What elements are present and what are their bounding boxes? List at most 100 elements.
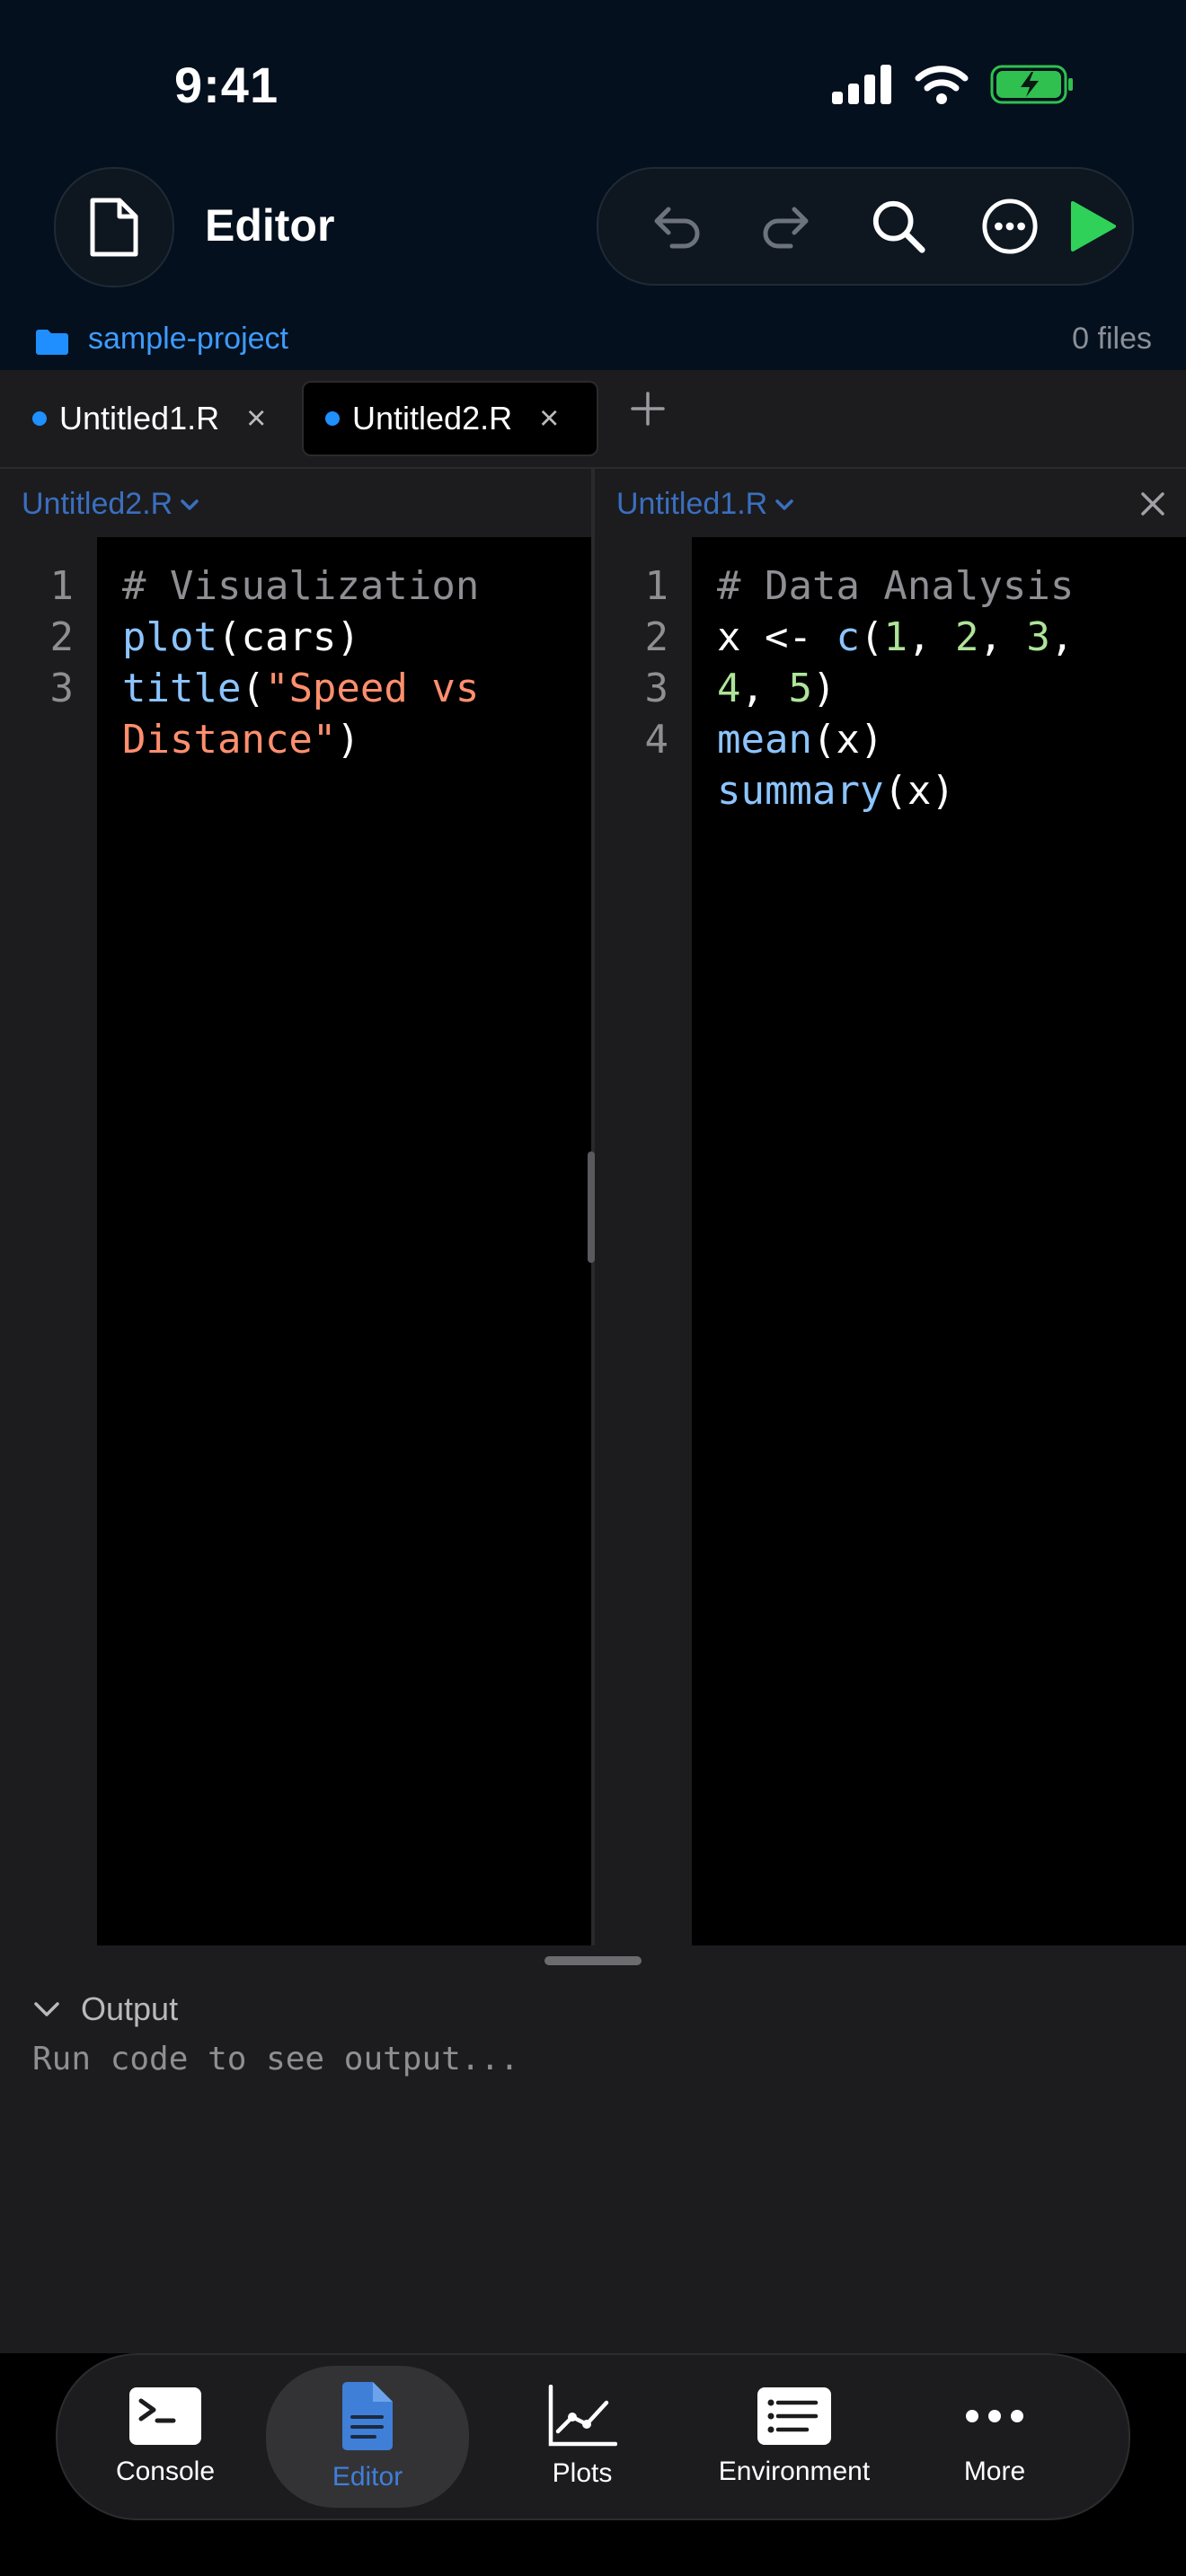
code-line[interactable]: # Data Analysis	[717, 560, 1186, 612]
code-line[interactable]: # Visualization	[122, 560, 591, 612]
code-token: (x)	[811, 717, 884, 763]
code-token: # Visualization	[122, 563, 480, 609]
line-number: 3	[49, 666, 75, 711]
tab-bar: Untitled1.R × Untitled2.R ×	[0, 370, 1186, 469]
code-token: )	[811, 666, 836, 711]
line-number: 2	[644, 614, 669, 660]
code-line[interactable]: mean(x)	[717, 714, 1186, 765]
code-token: summary	[717, 768, 884, 814]
split-resize-handle[interactable]	[588, 1151, 595, 1263]
code-token: c	[836, 614, 860, 660]
right-code-editor[interactable]: # Data Analysis x <- c(1, 2, 3, 4, 5) mean(…	[692, 537, 1186, 1945]
code-line[interactable]: Distance")	[122, 714, 591, 765]
nav-label: Environment	[718, 2457, 871, 2486]
code-token: x <-	[717, 614, 836, 660]
left-line-gutter: 1 2 3	[0, 537, 97, 1945]
code-token: 1	[883, 614, 907, 660]
code-line[interactable]: x <- c(1, 2, 3,	[717, 612, 1186, 663]
left-pane-header: Untitled2.R	[0, 469, 591, 537]
code-token: ,	[907, 614, 955, 660]
search-icon	[872, 200, 925, 253]
code-token: 5	[788, 666, 812, 711]
code-token: "Speed vs	[264, 666, 480, 711]
output-resize-handle[interactable]	[544, 1956, 642, 1965]
nav-environment[interactable]: Environment	[695, 2355, 893, 2519]
code-token: (x)	[883, 768, 955, 814]
unsaved-dot-icon	[325, 411, 340, 426]
line-number: 4	[644, 717, 669, 763]
run-button[interactable]	[1064, 198, 1121, 255]
pane-title: Untitled1.R	[616, 487, 768, 521]
redo-button[interactable]	[758, 198, 816, 255]
list-icon	[757, 2387, 831, 2445]
code-token: 4	[717, 666, 741, 711]
close-tab-icon[interactable]: ×	[539, 400, 559, 438]
folder-icon	[36, 330, 68, 355]
chevron-down-icon	[34, 2002, 59, 2016]
ellipsis-circle-icon	[982, 198, 1038, 254]
nav-editor[interactable]: Editor	[266, 2366, 469, 2508]
left-code-editor[interactable]: # Visualization plot(cars) title("Speed vs…	[97, 537, 591, 1945]
code-token: )	[336, 717, 360, 763]
output-label: Output	[81, 1990, 179, 2027]
file-count: 0 files	[1072, 322, 1152, 356]
search-button[interactable]	[870, 198, 927, 255]
chevron-down-icon	[775, 498, 793, 510]
code-token: title	[122, 666, 242, 711]
code-token: ,	[740, 666, 789, 711]
page-title: Editor	[205, 200, 335, 251]
tab-untitled1[interactable]: Untitled1.R ×	[32, 381, 275, 456]
line-number: 1	[644, 563, 669, 609]
code-token: mean	[717, 717, 812, 763]
close-tab-icon[interactable]: ×	[246, 400, 266, 438]
more-options-button[interactable]	[981, 198, 1039, 255]
code-line[interactable]: plot(cars)	[122, 612, 591, 663]
code-token: ,	[978, 614, 1027, 660]
top-header: 9:41 Editor sample-project 0 files	[0, 0, 1186, 370]
code-token: 2	[954, 614, 979, 660]
line-numbers: 1 2 3	[0, 537, 97, 714]
code-token: (	[241, 666, 265, 711]
nav-label: Editor	[332, 2462, 403, 2492]
close-pane-icon[interactable]	[1137, 489, 1168, 519]
right-pane-header: Untitled1.R	[595, 469, 1186, 537]
add-tab-icon[interactable]	[627, 388, 668, 429]
ellipsis-icon	[966, 2410, 1023, 2422]
redo-icon	[763, 207, 809, 249]
code-lines[interactable]: # Visualization plot(cars) title("Speed vs…	[97, 537, 591, 765]
nav-label: Plots	[552, 2458, 613, 2488]
code-line[interactable]: 4, 5)	[717, 663, 1186, 714]
right-pane-file-selector[interactable]: Untitled1.R	[616, 487, 794, 522]
tab-label: Untitled2.R	[352, 400, 513, 437]
code-lines[interactable]: # Data Analysis x <- c(1, 2, 3, 4, 5) mean(…	[692, 537, 1186, 816]
editor-toolbar	[597, 167, 1134, 286]
undo-icon	[654, 207, 700, 249]
code-line[interactable]: summary(x)	[717, 765, 1186, 816]
terminal-icon	[129, 2387, 201, 2445]
nav-label: Console	[115, 2457, 216, 2486]
undo-button[interactable]	[647, 198, 704, 255]
pane-title: Untitled2.R	[22, 487, 173, 521]
bottom-nav: Console Editor Plots Environment More	[56, 2353, 1130, 2520]
document-icon	[90, 198, 138, 257]
nav-more[interactable]: More	[927, 2355, 1062, 2519]
tab-label: Untitled1.R	[59, 400, 220, 437]
code-token: # Data Analysis	[717, 563, 1075, 609]
line-numbers: 1 2 3 4	[595, 537, 692, 765]
nav-console[interactable]: Console	[84, 2355, 246, 2519]
output-toggle[interactable]: Output	[32, 1990, 178, 2028]
document-button[interactable]	[54, 167, 174, 287]
wifi-icon	[915, 66, 969, 104]
tab-untitled2[interactable]: Untitled2.R ×	[302, 381, 598, 456]
code-token: ,	[1049, 614, 1075, 660]
project-name-link[interactable]: sample-project	[88, 322, 288, 357]
play-icon	[1071, 201, 1116, 251]
nav-plots[interactable]: Plots	[492, 2355, 672, 2519]
document-icon	[342, 2382, 393, 2450]
code-line[interactable]: title("Speed vs	[122, 663, 591, 714]
code-token: plot	[122, 614, 217, 660]
chart-line-icon	[548, 2385, 617, 2447]
left-pane-file-selector[interactable]: Untitled2.R	[22, 487, 199, 522]
line-number: 1	[49, 563, 75, 609]
code-token: (cars)	[217, 614, 360, 660]
